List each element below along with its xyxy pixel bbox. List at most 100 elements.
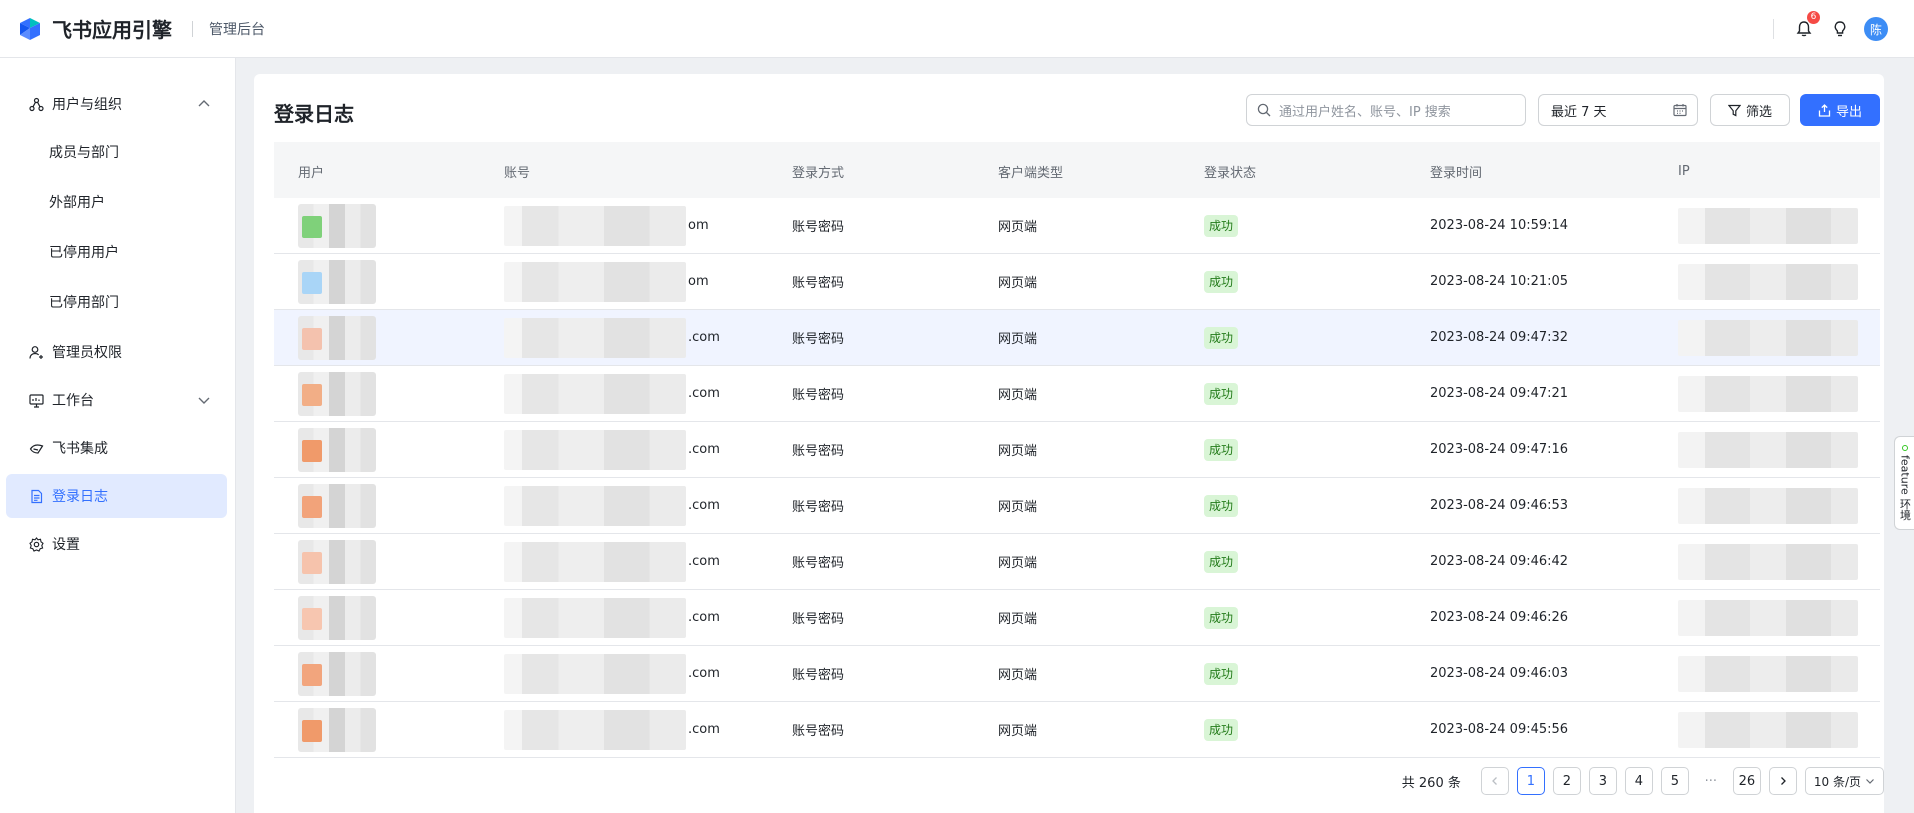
page-button-2[interactable]: 2 (1552, 767, 1581, 795)
sidebar-item-external-users[interactable]: 外部用户 (0, 180, 227, 224)
user-avatar[interactable]: 陈 (1864, 17, 1888, 41)
page-ellipsis[interactable]: ··· (1696, 767, 1725, 795)
sidebar-item-users-org[interactable]: 用户与组织 (6, 82, 227, 126)
cell-user (274, 707, 484, 752)
cell-account: .com (484, 373, 770, 414)
chevron-down-icon (198, 397, 210, 404)
user-avatar-redacted (298, 539, 376, 584)
search-icon (1257, 103, 1271, 117)
table-row[interactable]: .com 账号密码 网页端 成功 2023-08-24 09:47:16 (274, 422, 1880, 478)
cell-login-time: 2023-08-24 09:46:42 (1430, 554, 1569, 569)
status-badge: 成功 (1204, 270, 1239, 293)
table-body: om 账号密码 网页端 成功 2023-08-24 10:59:14 om 账号… (274, 198, 1880, 758)
total-count: 共 260 条 (1401, 775, 1461, 791)
column-header-login-method: 登录方式 (792, 165, 845, 181)
cell-user (274, 203, 484, 248)
user-avatar-redacted (298, 427, 376, 472)
cell-login-status: 成功 (1182, 270, 1408, 293)
page-button-last[interactable]: 26 (1732, 767, 1761, 795)
cell-login-time: 2023-08-24 09:47:21 (1430, 386, 1569, 401)
page-size-select[interactable]: 10 条/页 (1804, 767, 1884, 795)
search-input[interactable]: 通过用户姓名、账号、IP 搜索 (1246, 94, 1526, 126)
user-avatar-redacted (298, 315, 376, 360)
avatar-swatch (302, 551, 322, 574)
page-button-4[interactable]: 4 (1624, 767, 1653, 795)
sidebar-item-feishu-integration[interactable]: 飞书集成 (6, 426, 227, 470)
table-row[interactable]: .com 账号密码 网页端 成功 2023-08-24 09:46:03 (274, 646, 1880, 702)
sidebar-item-label: 设置 (52, 537, 80, 553)
notification-button[interactable]: 6 (1792, 11, 1820, 41)
status-badge: 成功 (1204, 438, 1239, 461)
cell-client-type: 网页端 (998, 612, 1038, 627)
avatar-swatch (302, 719, 322, 742)
export-button[interactable]: 导出 (1800, 94, 1880, 126)
avatar-swatch (302, 327, 322, 350)
ip-redacted (1678, 487, 1858, 524)
document-icon (28, 488, 44, 504)
cell-login-time: 2023-08-24 09:46:26 (1430, 610, 1569, 625)
cell-login-time: 2023-08-24 09:46:53 (1430, 498, 1569, 513)
help-button[interactable] (1828, 17, 1852, 41)
user-avatar-redacted (298, 203, 376, 248)
cell-user (274, 651, 484, 696)
cell-user (274, 483, 484, 528)
prev-page-button[interactable] (1480, 767, 1509, 795)
avatar-swatch (302, 439, 322, 462)
cell-login-method: 账号密码 (792, 332, 845, 347)
table-row[interactable]: .com 账号密码 网页端 成功 2023-08-24 09:47:32 (274, 310, 1880, 366)
ip-redacted (1678, 431, 1858, 468)
chevron-right-icon (1780, 777, 1786, 785)
sidebar-item-members-departments[interactable]: 成员与部门 (0, 130, 227, 174)
user-avatar-redacted (298, 651, 376, 696)
table-row[interactable]: .com 账号密码 网页端 成功 2023-08-24 09:45:56 (274, 702, 1880, 758)
sidebar-item-disabled-departments[interactable]: 已停用部门 (0, 280, 227, 324)
account-redacted (504, 597, 686, 638)
filter-button[interactable]: 筛选 (1710, 94, 1790, 126)
sidebar-item-workbench[interactable]: 工作台 (6, 378, 227, 422)
column-header-user: 用户 (298, 165, 325, 181)
cell-ip (1654, 319, 1860, 356)
pagination: 共 260 条 1 2 3 4 5 ··· 26 10 条/页 (1402, 767, 1884, 795)
table-row[interactable]: .com 账号密码 网页端 成功 2023-08-24 09:46:26 (274, 590, 1880, 646)
title-divider (192, 20, 193, 37)
cell-client-type: 网页端 (998, 332, 1038, 347)
export-icon (1818, 103, 1831, 117)
table-row[interactable]: .com 账号密码 网页端 成功 2023-08-24 09:46:53 (274, 478, 1880, 534)
sidebar-item-login-log[interactable]: 登录日志 (6, 474, 227, 518)
sidebar-item-settings[interactable]: 设置 (6, 522, 227, 566)
feature-environment-tab[interactable]: feature 环境 (1894, 436, 1914, 530)
user-avatar-redacted (298, 707, 376, 752)
cell-user (274, 539, 484, 584)
cell-account: om (484, 205, 770, 246)
sidebar-item-admin-permissions[interactable]: 管理员权限 (6, 330, 227, 374)
account-redacted (504, 317, 686, 358)
page-button-1[interactable]: 1 (1516, 767, 1545, 795)
table-row[interactable]: .com 账号密码 网页端 成功 2023-08-24 09:46:42 (274, 534, 1880, 590)
table-row[interactable]: om 账号密码 网页端 成功 2023-08-24 10:59:14 (274, 198, 1880, 254)
table-row[interactable]: om 账号密码 网页端 成功 2023-08-24 10:21:05 (274, 254, 1880, 310)
app-name: 飞书应用引擎 (52, 18, 172, 42)
column-header-login-status: 登录状态 (1204, 165, 1257, 181)
app-logo[interactable]: 飞书应用引擎 (16, 14, 172, 43)
ip-redacted (1678, 319, 1858, 356)
cell-login-method: 账号密码 (792, 388, 845, 403)
export-label: 导出 (1835, 104, 1862, 120)
sidebar-item-disabled-users[interactable]: 已停用用户 (0, 230, 227, 274)
gear-icon (28, 536, 44, 552)
date-range-picker[interactable]: 最近 7 天 (1538, 94, 1698, 126)
column-header-login-time: 登录时间 (1430, 165, 1483, 181)
account-suffix: .com (688, 442, 720, 457)
cell-client-type: 网页端 (998, 388, 1038, 403)
next-page-button[interactable] (1768, 767, 1797, 795)
page-button-3[interactable]: 3 (1588, 767, 1617, 795)
cell-ip (1654, 543, 1860, 580)
account-suffix: .com (688, 610, 720, 625)
cell-account: .com (484, 429, 770, 470)
table-row[interactable]: .com 账号密码 网页端 成功 2023-08-24 09:47:21 (274, 366, 1880, 422)
page-button-5[interactable]: 5 (1660, 767, 1689, 795)
cell-client-type: 网页端 (998, 724, 1038, 739)
column-header-account: 账号 (504, 165, 531, 181)
avatar-swatch (302, 607, 322, 630)
cell-user (274, 427, 484, 472)
avatar-swatch (302, 383, 322, 406)
